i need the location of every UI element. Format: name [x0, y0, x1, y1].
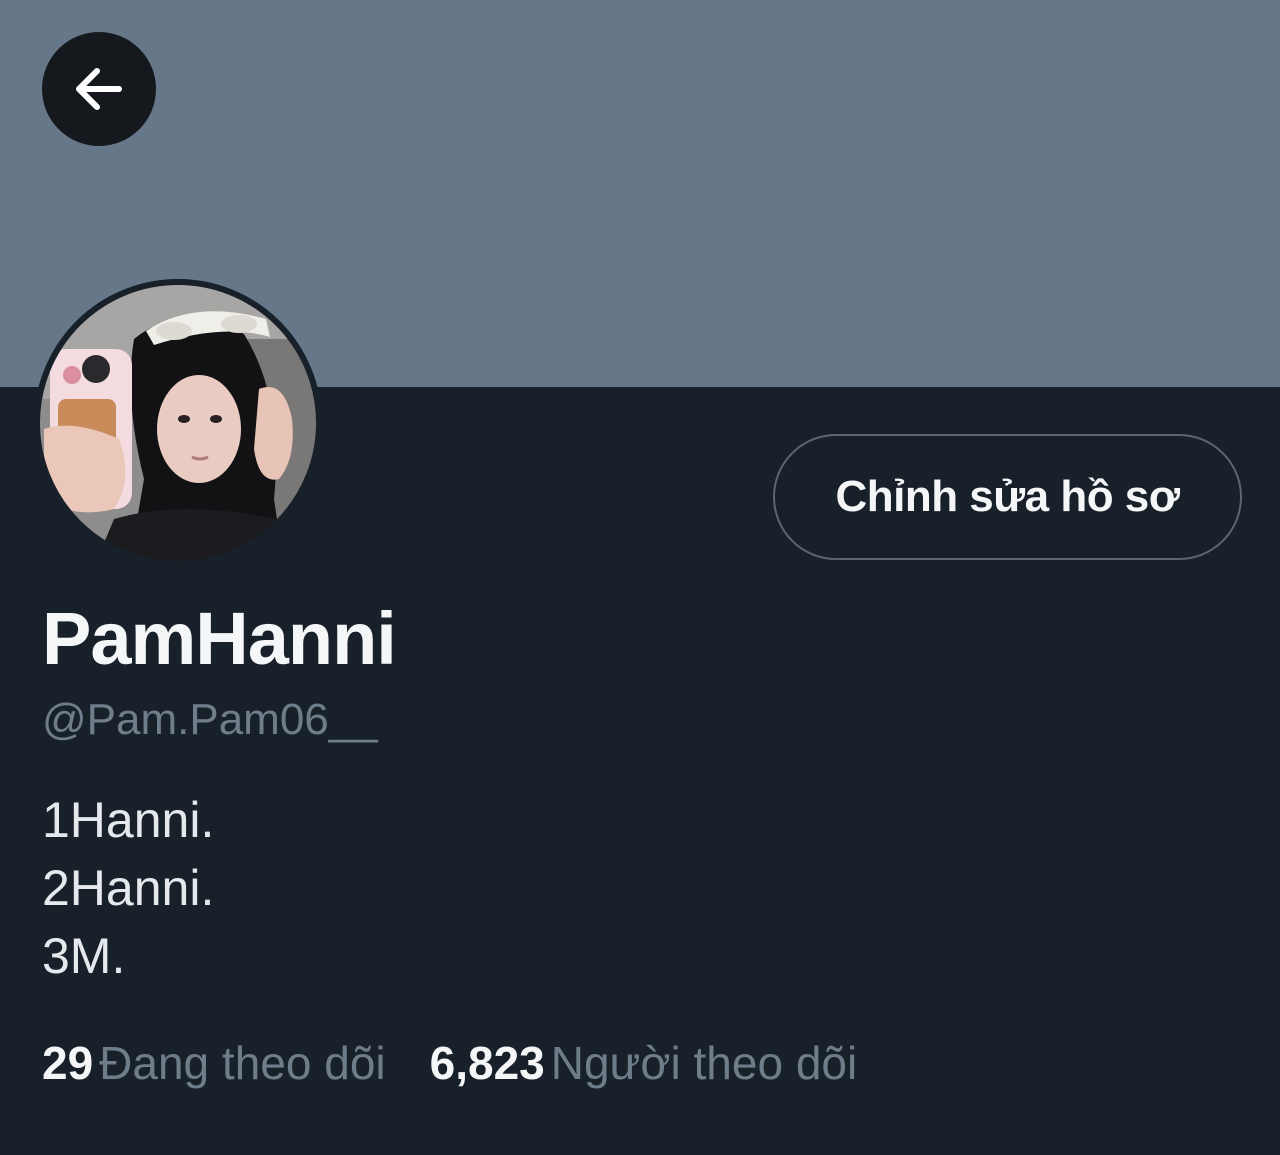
bio-line: 1Hanni. — [42, 792, 215, 848]
avatar-photo — [34, 279, 322, 567]
username-handle: @Pam.Pam06__ — [42, 695, 378, 744]
followers-count: 6,823 — [429, 1037, 545, 1089]
arrow-left-icon — [76, 68, 122, 110]
follow-stats: 29 Đang theo dõi 6,823 Người theo dõi — [42, 1040, 901, 1086]
profile-bio: 1Hanni. 2Hanni. 3M. — [42, 786, 214, 990]
back-button[interactable] — [42, 32, 156, 146]
bio-line: 2Hanni. — [42, 860, 215, 916]
avatar[interactable] — [34, 279, 322, 567]
following-link[interactable]: 29 Đang theo dõi — [42, 1040, 386, 1086]
followers-link[interactable]: 6,823 Người theo dõi — [430, 1040, 858, 1086]
following-count: 29 — [42, 1037, 94, 1089]
bio-line: 3M. — [42, 928, 126, 984]
following-label: Đang theo dõi — [99, 1037, 386, 1089]
display-name: PamHanni — [42, 597, 397, 680]
followers-label: Người theo dõi — [550, 1037, 858, 1089]
edit-profile-button[interactable]: Chỉnh sửa hồ sơ — [773, 434, 1242, 560]
